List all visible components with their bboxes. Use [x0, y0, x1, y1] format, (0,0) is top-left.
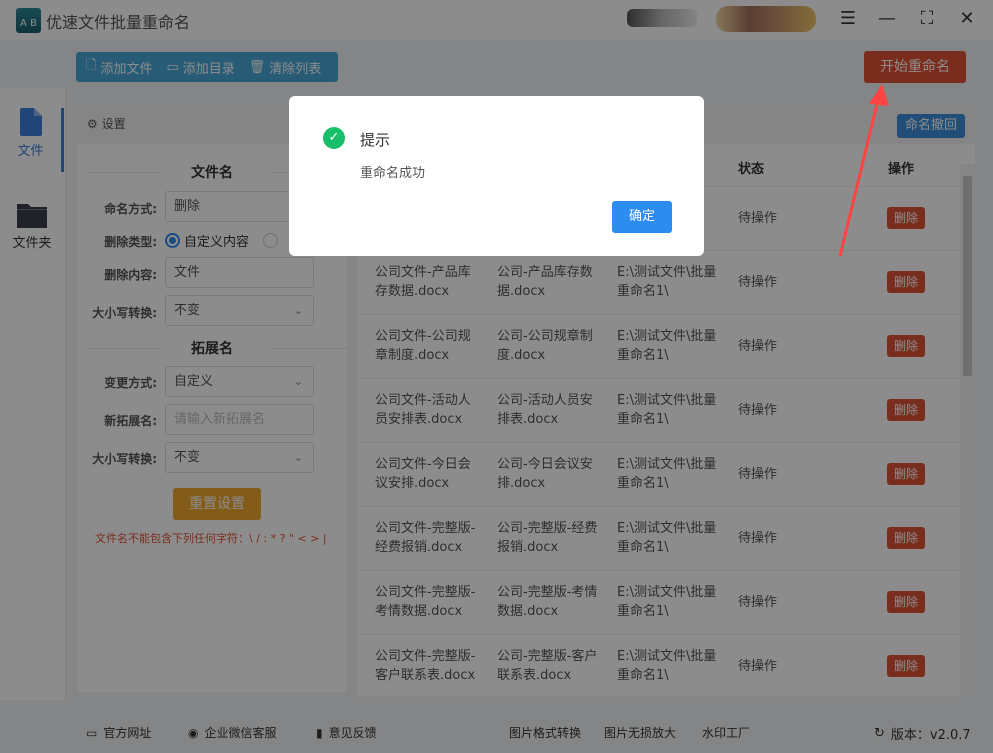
arrow-head [869, 84, 889, 106]
annotation-arrow [838, 84, 889, 257]
arrow-shaft [838, 99, 880, 257]
